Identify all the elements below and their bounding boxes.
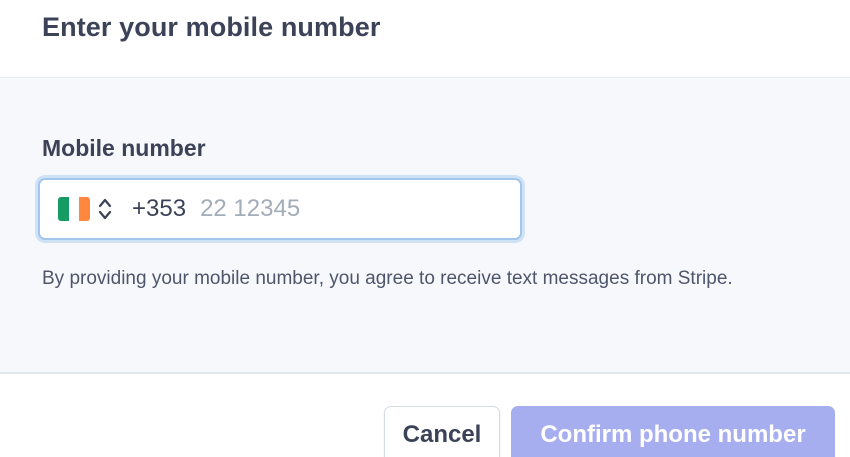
confirm-phone-number-button[interactable]: Confirm phone number — [511, 406, 835, 457]
up-down-chevron-icon[interactable] — [98, 196, 112, 222]
modal-header: Enter your mobile number — [0, 0, 850, 78]
consent-text: By providing your mobile number, you agr… — [42, 268, 733, 289]
dial-code: +353 — [132, 195, 187, 222]
modal-footer: Cancel Confirm phone number — [0, 376, 850, 457]
ireland-flag-icon[interactable] — [58, 197, 90, 221]
cancel-button[interactable]: Cancel — [384, 406, 500, 457]
phone-number-input[interactable] — [200, 189, 481, 229]
modal-body: Mobile number +353 By providing your mob… — [0, 79, 850, 374]
phone-input-group[interactable]: +353 — [38, 178, 522, 240]
mobile-number-label: Mobile number — [42, 135, 206, 161]
modal-title: Enter your mobile number — [42, 12, 381, 42]
